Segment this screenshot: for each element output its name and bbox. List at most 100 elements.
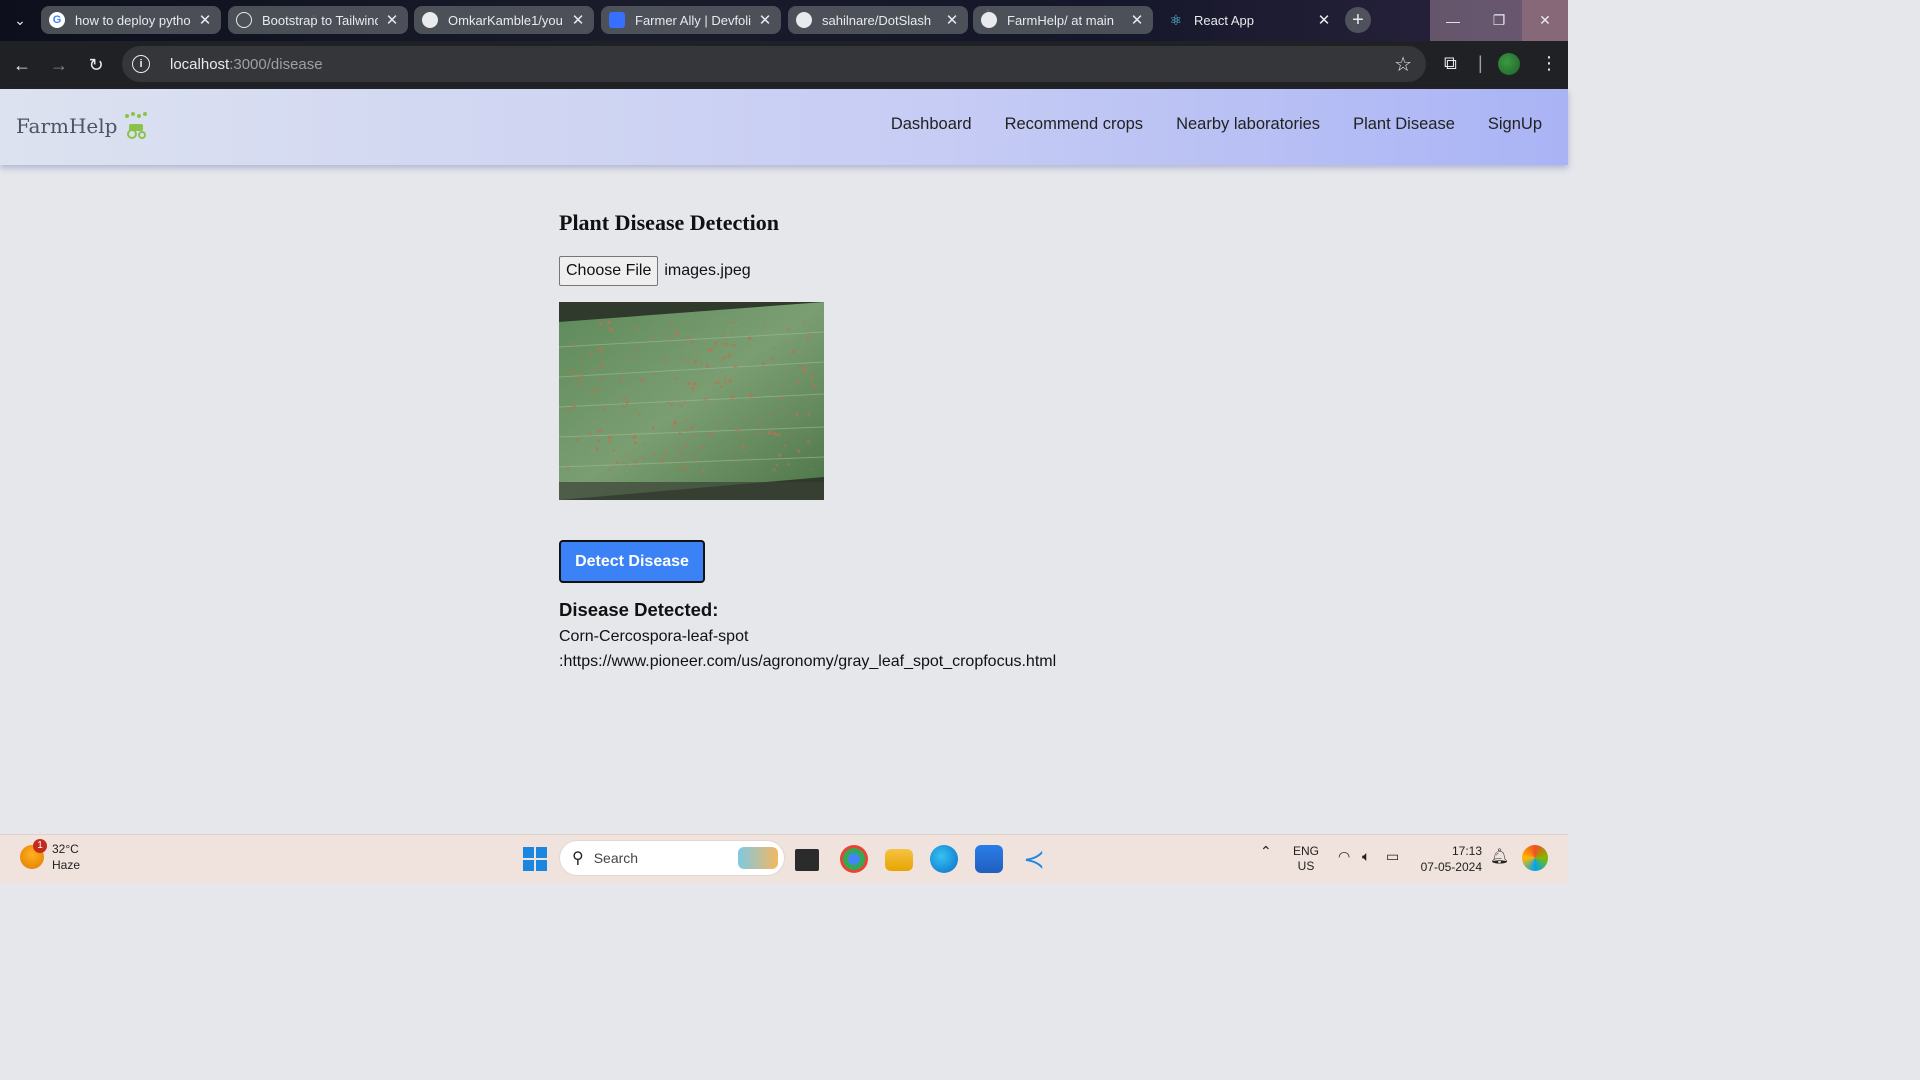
- battery-icon[interactable]: ▭: [1386, 849, 1399, 864]
- uploaded-leaf-image: [559, 302, 824, 500]
- show-hidden-icons-chevron-icon[interactable]: ⌃: [1260, 844, 1272, 859]
- weather-widget[interactable]: 1 32°C Haze: [20, 839, 80, 873]
- chrome-icon[interactable]: [840, 845, 868, 873]
- file-input[interactable]: Choose File images.jpeg: [559, 256, 1259, 286]
- leaf-spot: [588, 431, 592, 435]
- reload-icon[interactable]: ↻: [84, 53, 108, 77]
- microsoft-store-icon[interactable]: [975, 845, 1003, 873]
- close-tab-icon[interactable]: ✕: [1316, 11, 1332, 29]
- language-code: ENG: [1293, 844, 1320, 858]
- leaf-spot: [700, 362, 703, 365]
- leaf-spot: [683, 387, 686, 390]
- close-tab-icon[interactable]: ✕: [384, 11, 400, 29]
- leaf-spot: [810, 468, 813, 471]
- leaf-spot: [603, 346, 606, 349]
- leaf-spot: [749, 393, 753, 398]
- copilot-icon[interactable]: [1522, 845, 1548, 871]
- devfolio-icon: [609, 12, 625, 28]
- window-close-icon[interactable]: ✕: [1522, 0, 1568, 41]
- leaf-spot: [599, 377, 603, 382]
- leaf-spot: [735, 428, 739, 433]
- restore-icon[interactable]: ❐: [1476, 0, 1522, 41]
- url-path: :3000/disease: [229, 55, 323, 73]
- leaf-spot: [571, 343, 575, 347]
- site-info-icon[interactable]: i: [132, 55, 150, 73]
- nav-recommend-crops[interactable]: Recommend crops: [1005, 115, 1143, 134]
- leaf-spot: [579, 359, 583, 362]
- leaf-spot: [664, 451, 668, 455]
- task-view-icon[interactable]: [795, 849, 819, 871]
- address-bar[interactable]: i localhost:3000/disease ☆: [122, 46, 1426, 82]
- leaf-spot: [741, 444, 746, 449]
- leaf-spot: [689, 425, 694, 430]
- leaf-spot: [635, 327, 639, 331]
- brand[interactable]: FarmHelp: [16, 111, 151, 141]
- extensions-icon[interactable]: ⧉: [1444, 53, 1457, 74]
- leaf-spot: [656, 358, 658, 361]
- leaf-spot: [696, 354, 699, 357]
- minimize-icon[interactable]: —: [1430, 0, 1476, 41]
- wifi-icon[interactable]: ◠: [1338, 849, 1350, 864]
- profile-avatar[interactable]: [1498, 53, 1520, 75]
- nav-dashboard[interactable]: Dashboard: [891, 115, 972, 134]
- vscode-icon[interactable]: ≺: [1020, 845, 1048, 873]
- leaf-spot: [777, 433, 781, 437]
- browser-tab[interactable]: FarmHelp/ at main ✕: [973, 6, 1153, 34]
- new-tab-button[interactable]: +: [1345, 7, 1371, 33]
- leaf-spot: [585, 453, 587, 455]
- nav-plant-disease[interactable]: Plant Disease: [1353, 115, 1455, 134]
- leaf-spot: [607, 320, 611, 325]
- browser-tab[interactable]: G how to deploy pytho ✕: [41, 6, 221, 34]
- back-icon[interactable]: ←: [10, 53, 34, 77]
- forward-icon[interactable]: →: [47, 53, 71, 77]
- nav-signup[interactable]: SignUp: [1488, 115, 1542, 134]
- leaf-spot: [594, 370, 596, 372]
- choose-file-button[interactable]: Choose File: [559, 256, 659, 286]
- leaf-spot: [684, 429, 687, 432]
- close-tab-icon[interactable]: ✕: [1129, 11, 1145, 29]
- url-text[interactable]: localhost:3000/disease: [170, 56, 323, 73]
- close-tab-icon[interactable]: ✕: [197, 11, 213, 29]
- leaf-spot: [807, 413, 811, 416]
- leaf-spot: [721, 359, 724, 362]
- leaf-spot: [684, 419, 688, 422]
- tab-search-chevron-icon[interactable]: ⌄: [6, 8, 34, 32]
- system-clock[interactable]: 17:13 07-05-2024: [1421, 843, 1482, 875]
- page-title: Plant Disease Detection: [559, 210, 779, 235]
- leaf-spot: [667, 354, 670, 357]
- leaf-spot: [692, 382, 697, 386]
- tab-title: FarmHelp/ at main: [1007, 12, 1114, 28]
- browser-tab[interactable]: Bootstrap to Tailwind ✕: [228, 6, 408, 34]
- speaker-muted-icon[interactable]: 🔈︎: [1362, 849, 1370, 864]
- leaf-spot: [714, 426, 718, 430]
- leaf-spot: [608, 468, 611, 471]
- browser-tab-active[interactable]: ⚛ React App ✕: [1160, 6, 1340, 34]
- edge-icon[interactable]: [930, 845, 958, 873]
- leaf-spot: [629, 392, 632, 394]
- file-explorer-icon[interactable]: [885, 849, 913, 871]
- close-tab-icon[interactable]: ✕: [944, 11, 960, 29]
- disease-info-link[interactable]: :https://www.pioneer.com/us/agronomy/gra…: [559, 653, 1259, 671]
- notification-bell-icon[interactable]: 🔔︎: [1490, 849, 1509, 864]
- leaf-spot: [673, 459, 676, 461]
- leaf-spot: [781, 406, 784, 409]
- browser-tab[interactable]: sahilnare/DotSlash ✕: [788, 6, 968, 34]
- toolbar-divider: |: [1478, 53, 1483, 73]
- leaf-spot: [608, 440, 611, 443]
- leaf-spot: [570, 367, 574, 370]
- browser-tab[interactable]: OmkarKamble1/you ✕: [414, 6, 594, 34]
- browser-menu-icon[interactable]: ⋮: [1540, 53, 1558, 74]
- close-tab-icon[interactable]: ✕: [570, 11, 586, 29]
- leaf-spot: [599, 429, 602, 432]
- close-tab-icon[interactable]: ✕: [757, 11, 773, 29]
- google-icon: G: [49, 12, 65, 28]
- browser-tab[interactable]: Farmer Ally | Devfolio ✕: [601, 6, 781, 34]
- leaf-spot: [654, 373, 656, 376]
- nav-nearby-laboratories[interactable]: Nearby laboratories: [1176, 115, 1320, 134]
- leaf-spot: [665, 364, 667, 366]
- bookmark-star-icon[interactable]: ☆: [1394, 52, 1412, 77]
- windows-start-icon[interactable]: [523, 847, 547, 871]
- taskbar-search[interactable]: ⚲ Search: [560, 841, 784, 875]
- language-indicator[interactable]: ENG US: [1293, 844, 1319, 874]
- detect-disease-button[interactable]: Detect Disease: [559, 540, 705, 583]
